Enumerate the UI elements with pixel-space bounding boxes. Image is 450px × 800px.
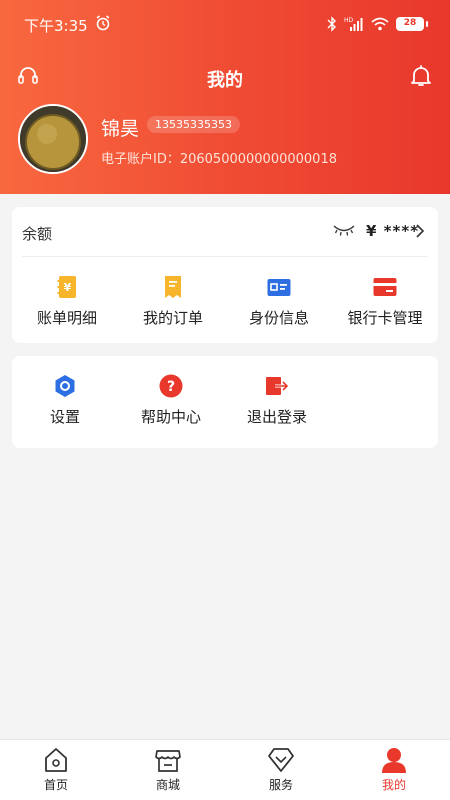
page-title: 我的	[207, 70, 243, 91]
svg-text:¥: ¥	[64, 281, 72, 294]
tab-home[interactable]: 首页	[16, 746, 96, 793]
battery-indicator: 28	[396, 17, 424, 31]
settings-icon	[55, 375, 75, 397]
balance-value: ¥ ****	[366, 222, 420, 240]
logout-button[interactable]: 退出登录	[224, 374, 330, 427]
bill-details-button[interactable]: ¥ 账单明细	[14, 275, 120, 328]
settings-button[interactable]: 设置	[12, 374, 118, 427]
tab-store[interactable]: 商城	[128, 746, 208, 793]
status-time: 下午3:35	[24, 17, 88, 35]
settings-card: 设置 ? 帮助中心 退出登录	[12, 356, 438, 448]
help-center-label: 帮助中心	[140, 408, 201, 426]
logout-icon	[266, 377, 289, 395]
tab-service-label: 服务	[268, 778, 293, 792]
identity-info-label: 身份信息	[248, 309, 309, 327]
balance-row[interactable]: 余额 ¥ ****	[22, 207, 428, 257]
svg-text:?: ?	[167, 379, 175, 395]
bank-card-management-button[interactable]: 银行卡管理	[332, 275, 438, 328]
wifi-icon	[371, 17, 389, 31]
store-icon	[155, 750, 181, 772]
svg-text:HD: HD	[344, 17, 354, 24]
title-bar: 我的	[0, 58, 450, 98]
help-icon: ?	[159, 374, 183, 398]
tab-profile[interactable]: 我的	[354, 746, 434, 793]
my-orders-button[interactable]: 我的订单	[120, 275, 226, 328]
home-icon	[45, 748, 67, 772]
status-bar: 下午3:35 HD 28	[0, 0, 450, 48]
notification-bell-icon[interactable]	[410, 64, 432, 88]
settings-label: 设置	[49, 408, 80, 426]
bank-card-management-label: 银行卡管理	[347, 309, 423, 327]
bank-card-icon	[373, 278, 397, 296]
user-phone: 13535335353	[147, 116, 240, 133]
account-id: 电子账户ID：2060500000000000018	[101, 152, 337, 167]
bottom-tab-bar: 首页 商城 服务 我的	[0, 739, 450, 800]
logout-label: 退出登录	[246, 408, 307, 426]
avatar-image	[20, 106, 86, 172]
tab-service[interactable]: 服务	[241, 746, 321, 793]
bill-icon: ¥	[57, 276, 76, 298]
id-card-icon	[267, 279, 291, 296]
help-center-button[interactable]: ? 帮助中心	[118, 374, 224, 427]
eye-closed-icon[interactable]	[333, 223, 355, 237]
tab-store-label: 商城	[155, 778, 180, 792]
bill-details-label: 账单明细	[36, 309, 97, 327]
order-icon	[165, 276, 181, 298]
tab-profile-label: 我的	[381, 778, 406, 792]
wallet-card: 余额 ¥ **** ¥ 账单明细 我的订单 身份信息 银行卡管理	[12, 207, 438, 343]
alarm-icon	[96, 15, 110, 31]
bluetooth-icon	[327, 16, 336, 32]
identity-info-button[interactable]: 身份信息	[226, 275, 332, 328]
balance-label: 余额	[22, 225, 53, 243]
service-icon	[268, 748, 294, 772]
avatar[interactable]	[18, 104, 88, 174]
profile-icon	[382, 748, 406, 773]
profile-header: 下午3:35 HD 28 我的 锦昊 13535335353 电子账户ID：20…	[0, 0, 450, 194]
my-orders-label: 我的订单	[142, 309, 203, 327]
user-name: 锦昊	[101, 118, 140, 140]
tab-home-label: 首页	[43, 778, 68, 792]
signal-icon: HD	[344, 17, 363, 31]
chevron-right-icon	[416, 224, 425, 238]
